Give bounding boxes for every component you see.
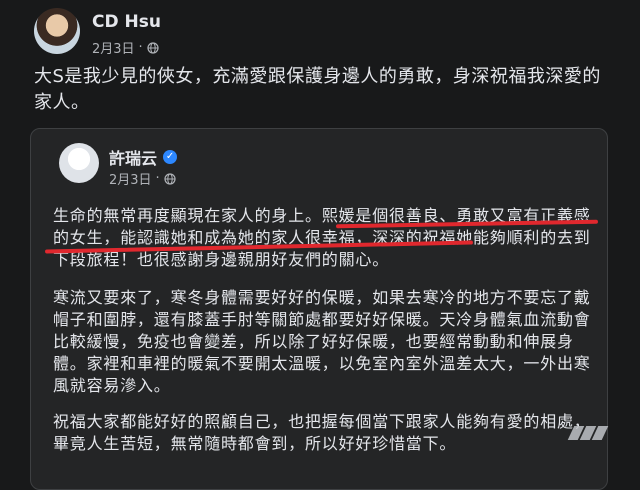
watermark-icon [564, 422, 612, 444]
shared-paragraph-2: 寒流又要來了，寒冬身體需要好好的保暖，如果去寒冷的地方不要忘了戴帽子和圍脖，還有… [53, 288, 591, 395]
verified-icon: ✓ [163, 150, 178, 164]
shared-post-meta: 2月3日 · [109, 169, 176, 188]
post-meta: 2月3日 · [92, 38, 159, 57]
shared-author-name[interactable]: 許瑞云 [109, 145, 157, 169]
shared-author-avatar[interactable] [59, 143, 99, 183]
globe-icon [164, 172, 176, 185]
shared-paragraph-1: 生命的無常再度顯現在家人的身上。熙媛是個很善良、勇敢又富有正義感的女生，能認識她… [53, 206, 591, 269]
author-avatar[interactable] [34, 8, 80, 54]
meta-separator: · [155, 171, 160, 186]
author-name[interactable]: CD Hsu [92, 12, 161, 32]
post-date[interactable]: 2月3日 [92, 38, 135, 57]
meta-separator: · [138, 40, 143, 55]
globe-icon [147, 41, 159, 54]
shared-paragraph-3: 祝福大家都能好好的照顧自己，也把握每個當下跟家人能夠有愛的相處，畢竟人生苦短，無… [53, 412, 591, 453]
shared-post-date[interactable]: 2月3日 [109, 169, 152, 188]
shared-author-row: 許瑞云 ✓ [109, 145, 178, 169]
post-body: 大S是我少見的俠女，充滿愛跟保護身邊人的勇敢，身深祝福我深愛的家人。 [34, 66, 601, 113]
shared-post-card[interactable]: 許瑞云 ✓ 2月3日 · 生命的無常再度顯現在家人的身上。熙媛是個很善良、勇敢又… [30, 128, 608, 490]
